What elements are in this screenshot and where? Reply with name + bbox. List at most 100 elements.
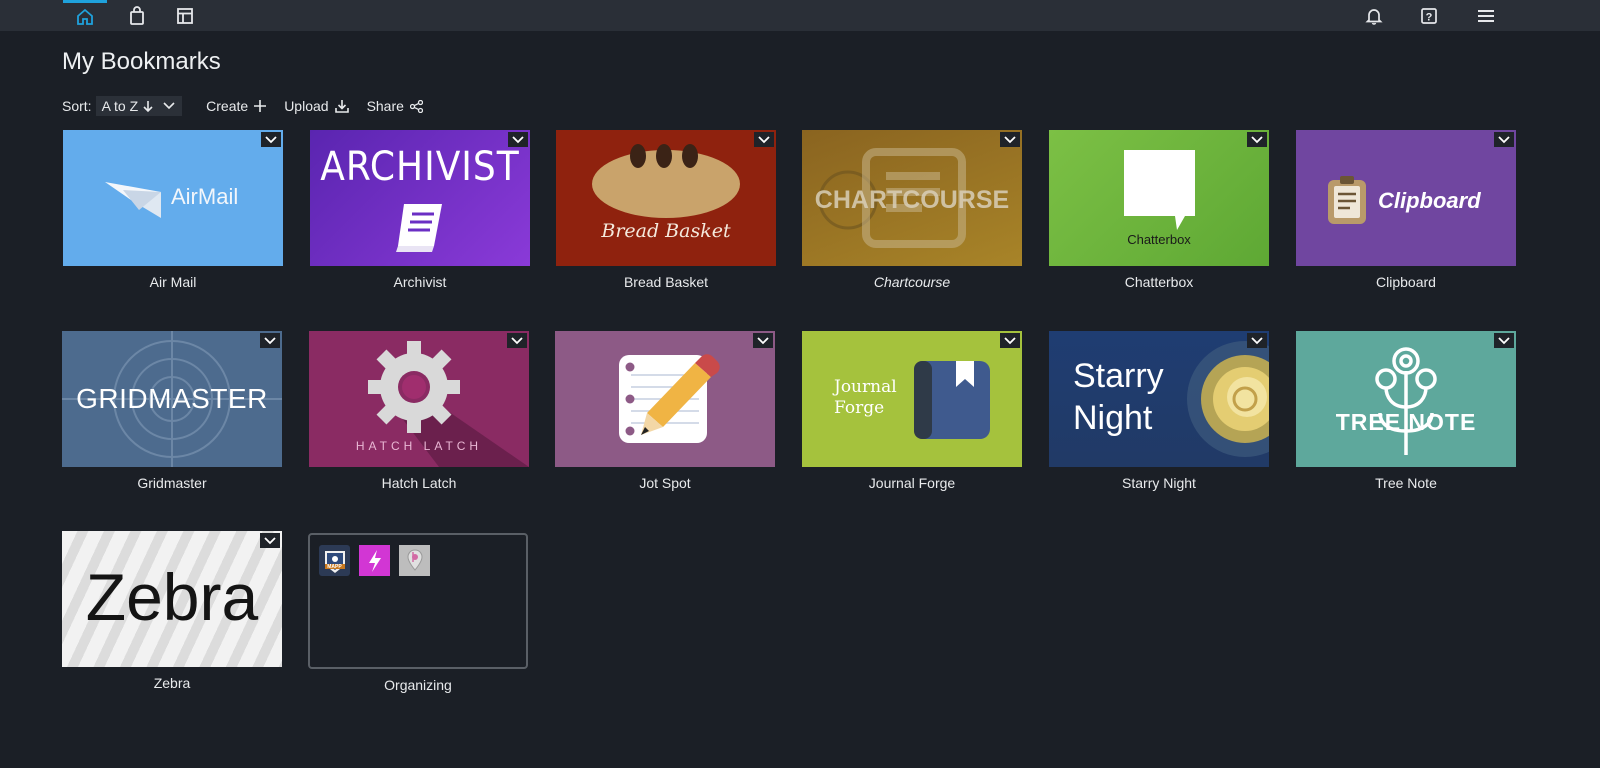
chevron-down-icon <box>264 336 276 344</box>
tile-logo-text: HATCH LATCH <box>355 439 483 453</box>
tile-label: Clipboard <box>1376 274 1436 290</box>
share-button[interactable]: Share <box>367 98 423 114</box>
tile-logo-text: ARCHIVIST <box>320 144 520 190</box>
bookmark-toolbar: Sort: A to Z Create Upload Share <box>62 96 441 116</box>
tile-label: Jot Spot <box>639 475 691 491</box>
chevron-down-icon <box>512 135 524 143</box>
share-icon <box>409 99 423 113</box>
bookmark-tile-journal-forge[interactable]: Journal Forge Journal Forge <box>802 331 1022 491</box>
folder-label: Organizing <box>384 677 452 693</box>
tile-menu-button[interactable] <box>1000 333 1020 348</box>
help-button[interactable]: ? <box>1407 0 1451 31</box>
tile-label: Bread Basket <box>623 274 709 290</box>
bookmark-tile-tree-note[interactable]: TREE NOTE Tree Note <box>1296 331 1516 491</box>
tile-menu-button[interactable] <box>1247 333 1267 348</box>
tile-thumbnail: CHARTCOURSE <box>802 130 1022 266</box>
tile-logo-text: Starry Night <box>1073 357 1164 437</box>
main-menu-button[interactable] <box>1464 0 1508 31</box>
home-button[interactable] <box>63 0 107 31</box>
folder-thumbnail: MAPP <box>308 533 528 669</box>
plus-icon <box>254 100 267 112</box>
tile-menu-button[interactable] <box>1000 132 1020 147</box>
chevron-down-icon <box>1004 135 1016 143</box>
tile-label: Air Mail <box>149 274 197 290</box>
top-nav-bar: ? <box>0 0 1600 31</box>
chevron-down-icon <box>758 135 770 143</box>
tile-label: Zebra <box>153 675 191 691</box>
tile-menu-button[interactable] <box>754 132 774 147</box>
tile-menu-button[interactable] <box>507 333 527 348</box>
chevron-down-icon <box>265 135 277 143</box>
bookmark-tile-jot-spot[interactable]: Jot Spot <box>555 331 775 491</box>
page-title: My Bookmarks <box>62 48 221 75</box>
home-icon <box>77 8 93 25</box>
tree-swirl-icon <box>1375 347 1437 455</box>
chevron-down-icon <box>511 336 523 344</box>
clipboard-icon <box>1328 176 1366 224</box>
tile-label: Chatterbox <box>1124 274 1194 290</box>
layout-button[interactable] <box>163 0 207 31</box>
sort-label: Sort: <box>62 98 92 114</box>
tile-thumbnail: Starry Night <box>1049 331 1269 467</box>
tile-menu-button[interactable] <box>508 132 528 147</box>
create-label: Create <box>206 98 249 114</box>
tile-menu-button[interactable] <box>1494 132 1514 147</box>
upload-label: Upload <box>284 98 329 114</box>
tile-menu-button[interactable] <box>260 333 280 348</box>
bookmark-tile-chartcourse[interactable]: CHARTCOURSE Chartcourse <box>802 130 1022 290</box>
tile-menu-button[interactable] <box>261 132 281 147</box>
tile-thumbnail: ARCHIVIST <box>310 130 530 266</box>
tile-label: Archivist <box>393 274 447 290</box>
tile-logo-text: Bread Basket <box>601 220 731 242</box>
tile-logo-text: GRIDMASTER <box>76 383 268 414</box>
notepad-pencil-icon <box>619 354 720 443</box>
tile-thumbnail: HATCH LATCH <box>309 331 529 467</box>
tile-thumbnail: TREE NOTE <box>1296 331 1516 467</box>
pin-app-icon <box>399 545 430 576</box>
bookmark-tile-clipboard[interactable]: Clipboard Clipboard <box>1296 130 1516 290</box>
bolt-app-icon <box>359 545 390 576</box>
bookmark-tile-hatch-latch[interactable]: HATCH LATCH Hatch Latch <box>309 331 529 491</box>
tile-label: Hatch Latch <box>381 475 457 491</box>
tile-label: Gridmaster <box>137 475 207 491</box>
tile-menu-button[interactable] <box>753 333 773 348</box>
tile-logo-text: Clipboard <box>1378 188 1481 213</box>
bookmark-tile-gridmaster[interactable]: GRIDMASTER Gridmaster <box>62 331 282 491</box>
create-button[interactable]: Create <box>206 98 267 114</box>
bread-icon <box>592 144 740 218</box>
upload-button[interactable]: Upload <box>284 98 349 114</box>
tile-label: Starry Night <box>1122 475 1196 491</box>
tile-label: Tree Note <box>1375 475 1437 491</box>
store-button[interactable] <box>115 0 159 31</box>
chevron-down-icon <box>1251 135 1263 143</box>
bookmark-tile-archivist[interactable]: ARCHIVIST Archivist <box>310 130 530 290</box>
bookmark-tile-bread-basket[interactable]: Bread Basket Bread Basket <box>556 130 776 290</box>
bookmark-tile-air-mail[interactable]: AirMail Air Mail <box>63 130 283 290</box>
tile-menu-button[interactable] <box>260 533 280 548</box>
tile-menu-button[interactable] <box>1247 132 1267 147</box>
help-icon: ? <box>1421 7 1437 24</box>
notifications-button[interactable] <box>1352 0 1396 31</box>
tile-thumbnail <box>555 331 775 467</box>
bookmark-tile-starry-night[interactable]: Starry Night Starry Night <box>1049 331 1269 491</box>
sort-dropdown[interactable]: A to Z <box>95 96 183 116</box>
tile-thumbnail: Bread Basket <box>556 130 776 266</box>
chevron-down-icon <box>1498 135 1510 143</box>
chevron-down-icon <box>1004 336 1016 344</box>
tile-logo-text: TREE NOTE <box>1335 409 1477 435</box>
tile-thumbnail: Journal Forge <box>802 331 1022 467</box>
tile-thumbnail: Zebra <box>62 531 282 667</box>
tile-menu-button[interactable] <box>1494 333 1514 348</box>
bookmark-folder-organizing[interactable]: MAPP Organizing <box>308 533 528 693</box>
arrow-down-icon <box>143 100 153 112</box>
tile-logo-text: CHARTCOURSE <box>814 186 1010 214</box>
bookmark-tile-zebra[interactable]: Zebra Zebra <box>62 531 282 691</box>
tile-label: Chartcourse <box>873 274 951 290</box>
tile-logo-text: Chatterbox <box>1127 232 1191 247</box>
book-icon <box>396 204 442 252</box>
chevron-down-icon <box>163 102 175 110</box>
bookmark-tile-chatterbox[interactable]: Chatterbox Chatterbox <box>1049 130 1269 290</box>
mapp-app-icon: MAPP <box>319 545 350 576</box>
tile-thumbnail: Chatterbox <box>1049 130 1269 266</box>
shopping-bag-icon <box>130 5 144 25</box>
